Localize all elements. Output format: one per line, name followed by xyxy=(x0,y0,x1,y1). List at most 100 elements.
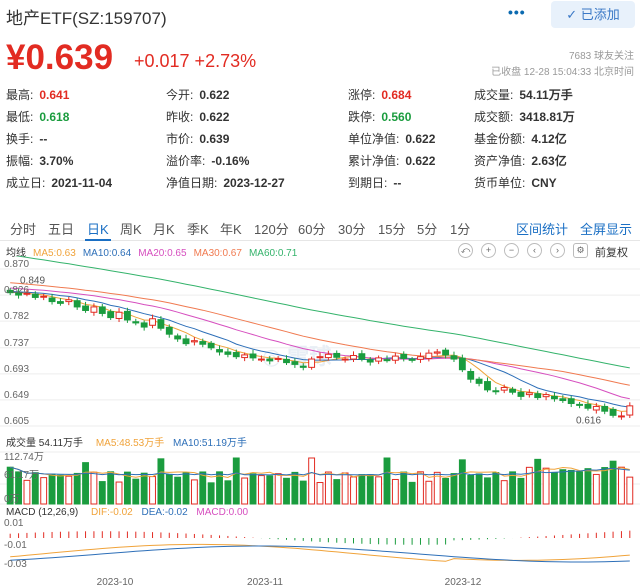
volume-bar xyxy=(190,479,198,505)
candle-body xyxy=(257,358,265,361)
macd-label: MACD (12,26,9) xyxy=(6,507,79,518)
stat-16: 成立日: 2021-11-04 xyxy=(6,174,112,191)
x-axis-label: 2023-11 xyxy=(247,577,283,588)
stat-value: 0.622 xyxy=(405,154,436,168)
tab-10[interactable]: 15分 xyxy=(378,219,405,238)
stat-18: 到期日: -- xyxy=(348,174,401,191)
volume-bar xyxy=(400,471,408,505)
volume-bar xyxy=(333,479,341,505)
volume-bar xyxy=(299,480,307,505)
tab-12[interactable]: 1分 xyxy=(450,219,470,238)
stat-value: -- xyxy=(39,132,48,146)
tab-4[interactable]: 月K xyxy=(153,219,175,238)
candle-body xyxy=(165,326,173,335)
stat-value: 4.12亿 xyxy=(531,132,567,146)
stat-value: 54.11万手 xyxy=(519,88,573,102)
candle-body xyxy=(358,353,366,360)
volume-bar xyxy=(165,473,173,505)
candle-body xyxy=(500,386,508,391)
tab-1[interactable]: 五日 xyxy=(48,219,74,238)
tab-6[interactable]: 年K xyxy=(220,219,242,238)
candle-body xyxy=(308,358,316,368)
candle-body xyxy=(182,338,190,345)
tab-5[interactable]: 季K xyxy=(187,219,209,238)
candle-body xyxy=(140,322,148,328)
stat-8: 换手: -- xyxy=(6,130,47,147)
volume-bar xyxy=(551,472,558,505)
candle-body xyxy=(567,398,575,404)
candle-body xyxy=(576,403,584,406)
candle-body xyxy=(425,352,433,359)
volume-bar xyxy=(417,471,424,505)
candle-body xyxy=(82,305,89,311)
volume-legend: 成交量 54.11万手 MA5:48.53万手 MA10:51.19万手 xyxy=(6,434,247,449)
volume-bar xyxy=(48,473,56,505)
market-status: 已收盘 12-28 15:04:33 北京时间 xyxy=(491,67,634,78)
stat-2: 涨停: 0.684 xyxy=(348,86,411,103)
price-change: +0.017 +2.73% xyxy=(134,51,257,71)
volume-bar xyxy=(266,475,274,505)
stat-0: 最高: 0.641 xyxy=(6,86,69,103)
stat-9: 市价: 0.639 xyxy=(166,130,229,147)
volume-bar xyxy=(132,478,140,505)
volume-bar xyxy=(433,471,441,505)
volume-bar xyxy=(123,471,131,505)
added-label: 已添加 xyxy=(580,7,620,22)
tab-11[interactable]: 5分 xyxy=(417,219,437,238)
stat-label: 昨收: xyxy=(166,110,194,124)
tab-9[interactable]: 30分 xyxy=(338,219,365,238)
tab-link-0[interactable]: 区间统计 xyxy=(516,219,568,238)
tab-0[interactable]: 分时 xyxy=(10,219,36,238)
candle-body xyxy=(383,359,391,362)
price-tick-label: 0.870 xyxy=(4,259,29,270)
candle-body xyxy=(216,349,223,353)
volume-bar xyxy=(149,476,156,505)
more-icon[interactable]: ••• xyxy=(508,4,526,20)
stat-label: 资产净值: xyxy=(474,154,526,168)
candle-body xyxy=(400,353,408,359)
price-tick-label: 0.649 xyxy=(4,390,29,401)
kline-chart[interactable]: ◎ 雪球 0.8700.8260.7820.7370.6930.6490.605… xyxy=(0,256,640,588)
volume-bar xyxy=(626,476,634,505)
followers-count[interactable]: 7683 球友关注 xyxy=(569,47,634,62)
volume-bar xyxy=(257,475,265,505)
volume-bar xyxy=(274,473,282,505)
volume-bar xyxy=(618,466,625,505)
volume-bar xyxy=(232,457,240,505)
candle-body xyxy=(408,358,416,361)
candle-body xyxy=(291,361,299,365)
volume-tick-label: 0万 xyxy=(4,494,20,505)
price-tick-label: 0.782 xyxy=(4,311,29,322)
volume-bar xyxy=(567,469,575,505)
tab-3[interactable]: 周K xyxy=(120,219,142,238)
candle-body xyxy=(149,318,156,326)
stat-value: 0.622 xyxy=(199,110,230,124)
volume-bar xyxy=(383,457,391,505)
volume-bar xyxy=(408,481,416,505)
volume-bar xyxy=(40,477,48,505)
volume-bar xyxy=(592,473,600,505)
candle-body xyxy=(333,352,341,358)
volume-bar xyxy=(425,480,433,505)
candle-body xyxy=(592,405,600,411)
stat-label: 成交量: xyxy=(474,88,514,102)
candle-body xyxy=(207,342,215,349)
candle-body xyxy=(467,370,475,380)
candle-body xyxy=(123,310,131,321)
tab-2[interactable]: 日K xyxy=(85,219,111,241)
stat-5: 昨收: 0.622 xyxy=(166,108,229,125)
volume-bar xyxy=(391,478,399,505)
added-watchlist-button[interactable]: ✓ 已添加 xyxy=(551,1,635,28)
candle-body xyxy=(157,319,165,329)
candle-body xyxy=(450,355,458,360)
stat-label: 成交额: xyxy=(474,110,514,124)
stat-label: 跌停: xyxy=(348,110,376,124)
stat-value: 0.622 xyxy=(199,88,230,102)
tab-7[interactable]: 120分 xyxy=(254,219,289,238)
candle-body xyxy=(509,388,517,393)
tab-link-1[interactable]: 全屏显示 xyxy=(580,219,632,238)
stat-label: 到期日: xyxy=(348,176,388,190)
tab-8[interactable]: 60分 xyxy=(298,219,325,238)
candle-body xyxy=(618,415,625,418)
candle-body xyxy=(433,351,441,354)
